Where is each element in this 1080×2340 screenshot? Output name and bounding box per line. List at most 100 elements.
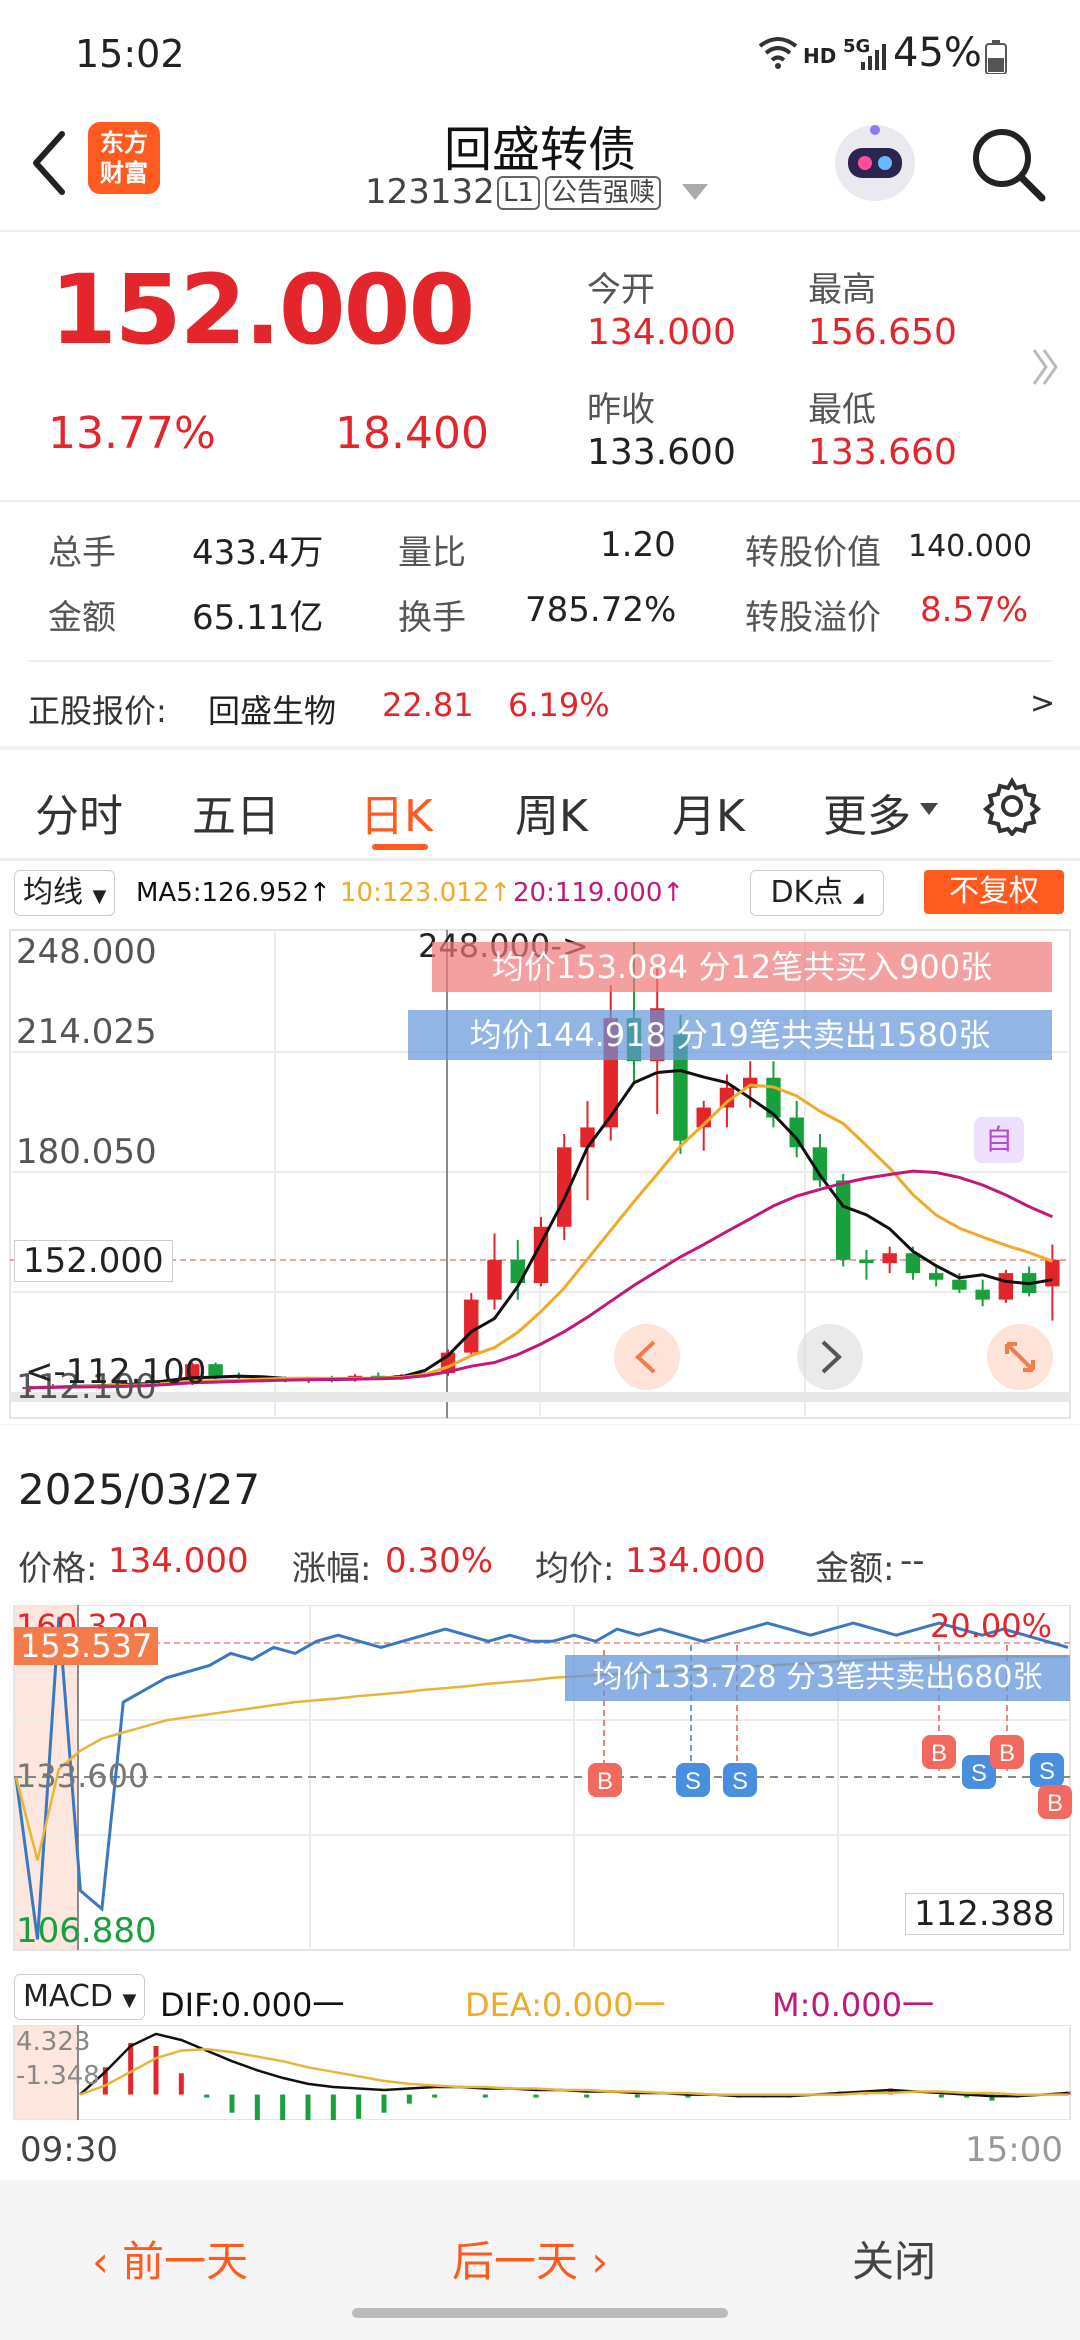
intraday-sell-banner: 均价133.728 分3笔共卖出680张 (565, 1655, 1070, 1701)
prev-day-label: 前一天 (122, 2237, 249, 2286)
kline-y-3: 180.050 (16, 1132, 157, 1172)
ma20-up-arrow-icon: ↑ (662, 878, 685, 908)
gear-icon[interactable] (982, 776, 1042, 840)
ma10-value: 10:123.012 (340, 878, 490, 908)
candle-body (580, 1127, 595, 1148)
intraday-top-pct: 20.00% (930, 1607, 1053, 1645)
conv-value-label: 转股价值 (745, 533, 881, 573)
kline-y-current: 152.000 (14, 1240, 173, 1282)
conv-value: 140.000 (908, 529, 1033, 564)
underlying-arrow-icon: > (1030, 686, 1056, 721)
dk-point-select[interactable]: DK点 ◢ (750, 870, 884, 916)
candle-body (905, 1253, 921, 1274)
detail-chg: 0.30% (385, 1541, 494, 1581)
turnover-value: 785.72% (525, 590, 677, 630)
tab-daily-k[interactable]: 日K (360, 780, 433, 844)
tab-weekly-k[interactable]: 周K (515, 780, 588, 844)
intraday-current-price: 153.537 (14, 1627, 159, 1665)
adjust-button[interactable]: 不复权 (924, 870, 1064, 914)
stats-panel: 总手 433.4万 量比 1.20 转股价值 140.000 金额 65.11亿… (0, 505, 1080, 655)
amount-label: 金额 (48, 598, 116, 638)
intraday-low: 106.880 (16, 1911, 157, 1951)
conv-premium-value: 8.57% (920, 590, 1029, 630)
next-chevron-icon: › (591, 2237, 609, 2286)
underlying-price: 22.81 (382, 686, 474, 724)
prev-day-button[interactable]: ‹ 前一天 (92, 2228, 248, 2289)
detail-price: 134.000 (108, 1541, 249, 1581)
dropdown-triangle-icon[interactable] (682, 184, 708, 204)
ma5-readout: MA5:126.952↑ (136, 878, 331, 908)
battery-icon (985, 40, 1007, 78)
svg-text:S: S (1039, 1758, 1055, 1785)
intraday-chart[interactable]: B S S B S B S B 160.320 20.00% 153.537 均… (0, 1604, 1080, 1975)
underlying-row[interactable]: 正股报价: 回盛生物 22.81 6.19% > (0, 664, 1080, 744)
underlying-pct: 6.19% (508, 686, 610, 724)
ma5-value: MA5:126.952 (136, 878, 310, 908)
battery-percent: 45% (893, 30, 982, 76)
svg-text:S: S (971, 1760, 987, 1787)
detail-avg: 134.000 (625, 1541, 766, 1581)
candle-body (464, 1299, 479, 1353)
low-label: 最低 (808, 390, 876, 430)
bond-code: 123132 (365, 172, 495, 212)
notice-badge[interactable]: 公告强赎 (545, 176, 662, 210)
bottom-bar: ‹ 前一天 后一天 › 关闭 (0, 2180, 1080, 2340)
detail-amt-label: 金额: (815, 1549, 895, 1589)
expand-right-icon[interactable] (1030, 342, 1060, 396)
vol-ratio-label: 量比 (398, 533, 466, 573)
change-amount: 18.400 (335, 408, 489, 459)
conv-premium-label: 转股溢价 (745, 598, 881, 638)
signal-icon (860, 42, 886, 74)
hd-label: HD (803, 44, 837, 68)
tab-minute[interactable]: 分时 (35, 780, 123, 844)
ma5-up-arrow-icon: ↑ (309, 878, 331, 908)
tab-monthly-k[interactable]: 月K (672, 780, 745, 844)
search-icon[interactable] (968, 124, 1048, 208)
kline-next-icon[interactable] (795, 1322, 865, 1396)
dea-line (79, 2047, 1068, 2096)
close-button[interactable]: 关闭 (852, 2228, 936, 2289)
kline-chart[interactable]: 248.000 214.025 180.050 152.000 112.100 … (0, 922, 1080, 1422)
kline-y-top: 248.000 (16, 932, 157, 972)
low-value: 133.660 (808, 432, 957, 473)
underlying-name: 回盛生物 (208, 692, 337, 730)
ma10-readout: 10:123.012↑ (340, 878, 511, 908)
time-axis: 09:30 15:00 (0, 2120, 1080, 2180)
candle-body (859, 1259, 874, 1264)
turnover-label: 换手 (398, 598, 466, 638)
period-tabs: 分时 五日 日K 周K 月K 更多 (0, 750, 1080, 860)
amount-value: 65.11亿 (192, 598, 324, 638)
candle-body (882, 1253, 897, 1264)
open-label: 今开 (587, 270, 655, 310)
sell-summary-banner: 均价144.918 分19笔共卖出1580张 (408, 1010, 1052, 1060)
macd-dea: DEA:0.000一 (465, 1986, 666, 2024)
candle-body (998, 1273, 1014, 1300)
tab-more[interactable]: 更多 (823, 780, 911, 844)
open-value: 134.000 (587, 312, 736, 353)
more-dropdown-icon[interactable] (920, 800, 938, 819)
ma-select[interactable]: 均线 ▼ (14, 870, 116, 916)
candle-body (1045, 1259, 1060, 1287)
dif-line (79, 2032, 1069, 2098)
tab-five-day[interactable]: 五日 (192, 780, 280, 844)
ma10-up-arrow-icon: ↑ (489, 878, 512, 908)
tab-active-indicator (372, 844, 428, 850)
macd-select[interactable]: MACD ▼ (14, 1974, 146, 2020)
detail-chg-label: 涨幅: (292, 1549, 372, 1589)
current-price: 152.000 (50, 254, 475, 366)
candle-body (952, 1279, 967, 1290)
kline-prev-icon[interactable] (612, 1322, 682, 1396)
macd-select-label: MACD (23, 1979, 113, 2014)
svg-text:B: B (597, 1768, 613, 1795)
ma-select-dropdown-icon: ▼ (92, 886, 107, 907)
detail-avg-label: 均价: (535, 1549, 615, 1589)
next-day-button[interactable]: 后一天 › (452, 2228, 608, 2289)
self-marker[interactable]: 自 (974, 1117, 1024, 1163)
ma-select-label: 均线 (23, 875, 83, 910)
total-vol-value: 433.4万 (192, 533, 324, 573)
macd-chart[interactable]: 4.323 -1.348 (0, 2024, 1080, 2128)
robot-assistant-icon[interactable] (830, 118, 920, 212)
fullscreen-icon[interactable] (985, 1322, 1055, 1396)
candle-body (835, 1180, 851, 1260)
quote-divider (0, 500, 1080, 502)
